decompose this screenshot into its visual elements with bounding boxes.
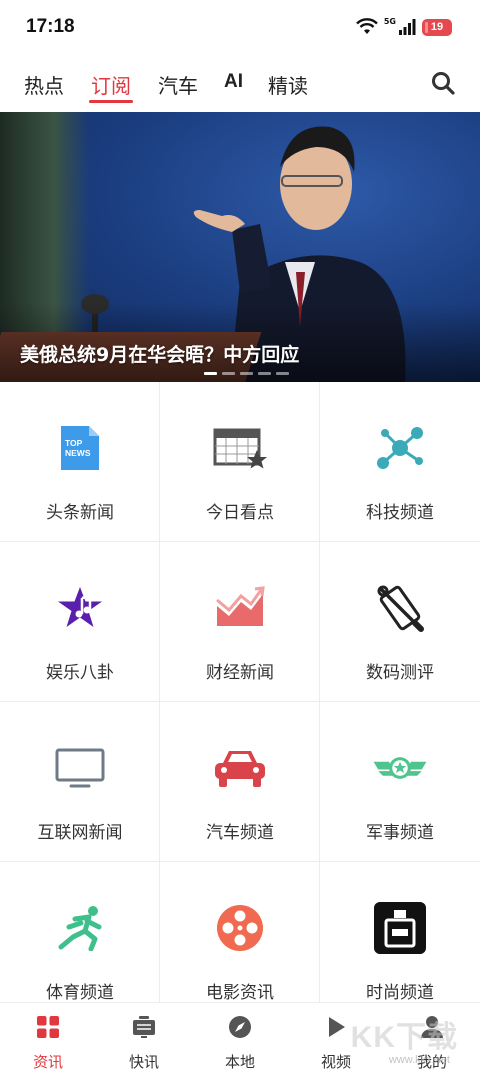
channel-label: 数码测评 [366, 663, 434, 683]
channel-label: 汽车频道 [206, 823, 274, 843]
status-icons: 5G 19 [356, 16, 452, 36]
wifi-icon [356, 18, 378, 34]
car-icon [212, 740, 268, 796]
status-time: 17:18 [26, 16, 75, 37]
channel-fashion[interactable]: 时尚频道 [320, 862, 480, 1002]
channel-label: 电影资讯 [206, 983, 274, 1002]
channel-tech[interactable]: 科技频道 [320, 382, 480, 542]
channel-label: 科技频道 [366, 503, 434, 523]
military-badge-icon [372, 740, 428, 796]
channel-movies[interactable]: 电影资讯 [160, 862, 320, 1002]
calendar-star-icon [212, 420, 268, 476]
tab-featured[interactable]: 精读 [268, 70, 308, 99]
tab-hot[interactable]: 热点 [24, 70, 64, 99]
pagination-dot [258, 372, 271, 375]
pagination-dot [204, 372, 217, 375]
perfume-icon [372, 900, 428, 956]
channel-label: 娱乐八卦 [46, 663, 114, 683]
bottom-tab-label: 本地 [224, 1053, 255, 1071]
top-news-icon: TOP NEWS [52, 420, 108, 476]
channel-finance[interactable]: 财经新闻 [160, 542, 320, 702]
battery-indicator: 19 [422, 18, 452, 36]
pagination-dot [240, 372, 253, 375]
svg-text:TOP: TOP [65, 438, 83, 448]
watermark-url: www.kkx.net [388, 1054, 450, 1066]
channel-top-news[interactable]: TOP NEWS 头条新闻 [0, 382, 160, 542]
channel-military[interactable]: 军事频道 [320, 702, 480, 862]
bottom-tab-label: 快讯 [128, 1053, 159, 1071]
network-type: 5G [383, 16, 396, 26]
channel-label: 体育频道 [46, 983, 114, 1002]
bottom-tab-news[interactable]: 资讯 [0, 1015, 96, 1072]
svg-text:NEWS: NEWS [65, 448, 91, 458]
bottom-tab-label: 资讯 [32, 1053, 63, 1071]
finance-chart-icon [212, 580, 268, 636]
runner-icon [52, 900, 108, 956]
channel-label: 财经新闻 [206, 663, 274, 683]
signal-icon [399, 19, 416, 35]
play-icon [329, 1017, 345, 1037]
channel-sports[interactable]: 体育频道 [0, 862, 160, 1002]
music-star-icon [52, 580, 108, 636]
tab-auto[interactable]: 汽车 [158, 70, 198, 99]
tv-icon [133, 1016, 155, 1038]
tab-subscribe[interactable]: 订阅 [91, 70, 131, 99]
film-reel-icon [212, 900, 268, 956]
pagination-dot [222, 372, 235, 375]
phone-tools-icon [372, 580, 428, 636]
channel-label: 时尚频道 [366, 983, 434, 1002]
network-nodes-icon [372, 420, 428, 476]
channel-digital-reviews[interactable]: 数码测评 [320, 542, 480, 702]
grid-icon [37, 1016, 59, 1038]
channel-entertainment[interactable]: 娱乐八卦 [0, 542, 160, 702]
channel-grid: TOP NEWS 头条新闻 今日看点 科技频道 娱乐八卦 财经新闻 数码测评 互… [0, 382, 480, 1002]
banner-pagination [204, 372, 289, 375]
channel-auto[interactable]: 汽车频道 [160, 702, 320, 862]
search-icon[interactable] [430, 70, 456, 96]
bottom-tab-flash[interactable]: 快讯 [96, 1015, 192, 1072]
bottom-tab-local[interactable]: 本地 [192, 1015, 288, 1072]
compass-icon [229, 1016, 251, 1038]
channel-internet-news[interactable]: 互联网新闻 [0, 702, 160, 862]
channel-label: 军事频道 [366, 823, 434, 843]
top-nav: 热点 订阅 汽车 AI 精读 [0, 56, 480, 112]
battery-level: 19 [430, 21, 444, 33]
channel-label: 互联网新闻 [37, 823, 123, 843]
headline-banner[interactable]: 美俄总统9月在华会晤？中方回应 [0, 112, 480, 382]
pagination-dot [276, 372, 289, 375]
tab-ai[interactable]: AI [224, 71, 243, 93]
banner-caption[interactable]: 美俄总统9月在华会晤？中方回应 [20, 340, 299, 367]
monitor-icon [52, 740, 108, 796]
channel-label: 今日看点 [206, 503, 274, 523]
watermark-logo: KK下载 [350, 1021, 458, 1054]
channel-today-highlights[interactable]: 今日看点 [160, 382, 320, 542]
active-tab-underline [89, 100, 133, 103]
status-bar: 17:18 5G 19 [0, 0, 480, 56]
channel-label: 头条新闻 [46, 503, 114, 523]
